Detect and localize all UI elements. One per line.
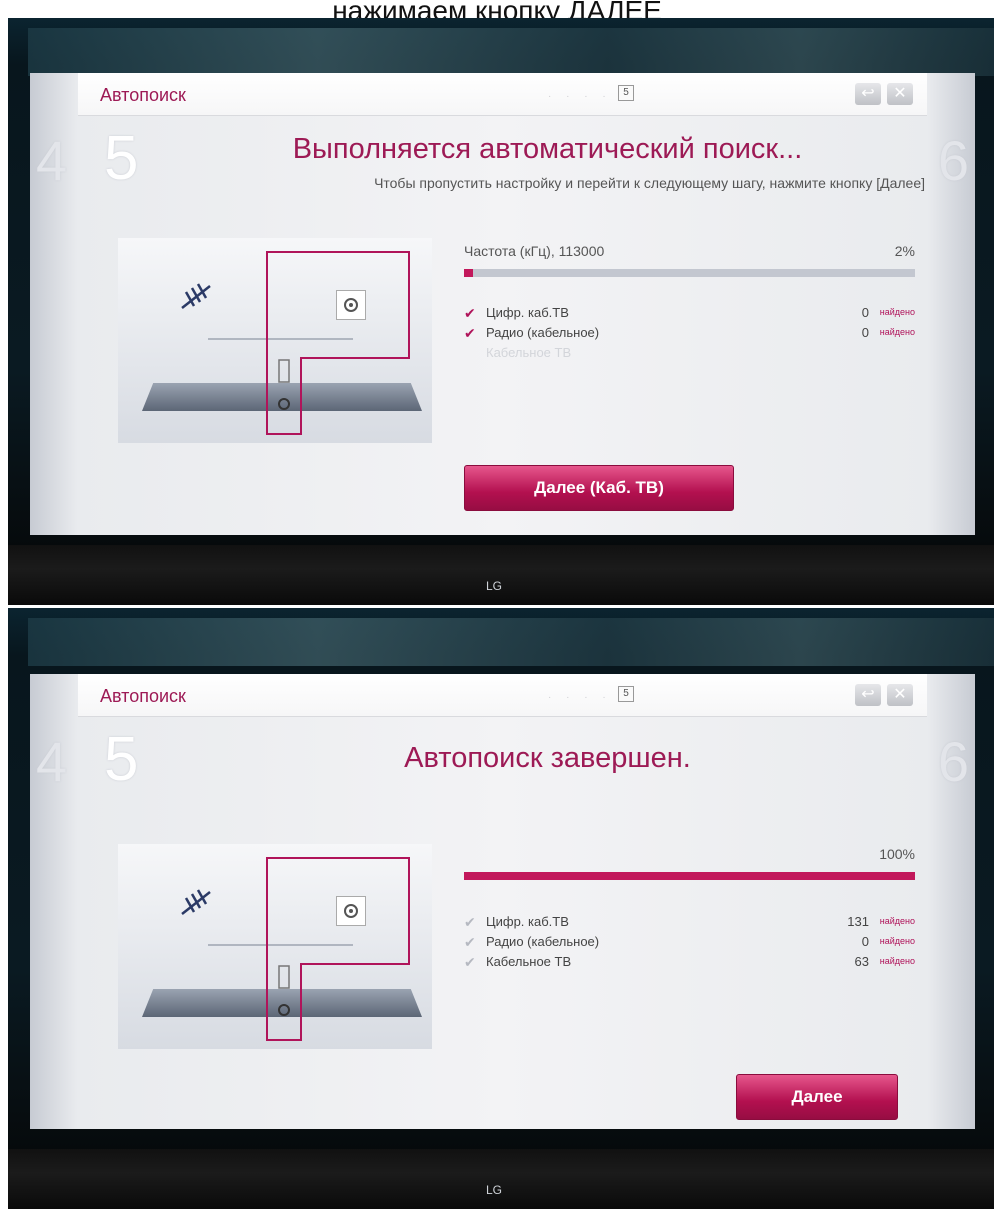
channel-list: ✔ Цифр. каб.ТВ 0 найдено ✔ Радио (кабель…	[464, 305, 915, 365]
page-indicator: 5	[618, 85, 634, 101]
progress-bar	[464, 872, 915, 880]
step-dots: · · · ·	[548, 91, 612, 102]
list-item: ✔ Цифр. каб.ТВ 131 найдено	[464, 914, 915, 934]
checkmark-icon: ✔	[464, 954, 476, 970]
progress-percent: 2%	[894, 243, 915, 259]
close-icon[interactable]: ✕	[887, 83, 913, 105]
step-next-number: 6	[937, 730, 969, 793]
tv-screen: Автопоиск · · · · 5 ↩ ✕ 4 5 6 Автопоиск …	[30, 674, 975, 1129]
connection-diagram	[118, 844, 432, 1049]
complete-heading: Автопоиск завершен.	[404, 742, 691, 774]
connection-diagram	[118, 238, 432, 443]
step-next-number: 6	[937, 129, 969, 192]
item-label: Кабельное ТВ	[486, 345, 572, 360]
window-topbar: Автопоиск · · · · 5 ↩ ✕	[78, 73, 927, 116]
antenna-icon	[181, 283, 211, 309]
checkmark-icon: ✔	[464, 914, 476, 930]
window-title: Автопоиск	[100, 85, 186, 105]
lg-logo: LG	[486, 579, 503, 593]
frequency-row: 100%	[464, 846, 915, 868]
list-item: ✔ Кабельное ТВ 63 найдено	[464, 954, 915, 974]
item-label: Цифр. каб.ТВ	[486, 305, 569, 320]
frequency-row: Частота (кГц), 113000 2%	[464, 243, 915, 265]
step-current-number: 5	[104, 124, 139, 193]
search-heading: Выполняется автоматический поиск...	[292, 133, 803, 165]
lg-logo: LG	[486, 1183, 503, 1197]
progress-percent: 100%	[879, 846, 915, 862]
tv-screen: Автопоиск · · · · 5 ↩ ✕ 4 5 6 Выполняетс…	[30, 73, 975, 535]
item-count: 0	[861, 325, 869, 340]
item-label: Радио (кабельное)	[486, 325, 600, 340]
item-found: найдено	[879, 956, 915, 966]
step-prev-number: 4	[36, 730, 68, 793]
item-found: найдено	[879, 327, 915, 337]
step-dots: · · · ·	[548, 692, 612, 703]
item-count: 0	[861, 305, 869, 320]
next-button[interactable]: Далее (Каб. ТВ)	[464, 465, 734, 511]
highlight-outline	[266, 251, 410, 435]
step-current-number: 5	[104, 725, 139, 794]
progress-fill	[464, 269, 474, 277]
next-button[interactable]: Далее	[736, 1074, 898, 1120]
item-label: Радио (кабельное)	[486, 934, 600, 949]
highlight-outline	[266, 857, 410, 1041]
progress-fill	[464, 872, 915, 880]
list-item: ✔ Радио (кабельное) 0 найдено	[464, 934, 915, 954]
page-indicator: 5	[618, 686, 634, 702]
item-found: найдено	[879, 936, 915, 946]
item-found: найдено	[879, 916, 915, 926]
search-status-panel: Частота (кГц), 113000 2% ✔ Цифр. каб.ТВ …	[464, 243, 915, 365]
checkmark-icon: ✔	[464, 325, 476, 341]
back-icon[interactable]: ↩	[855, 83, 881, 105]
frequency-label: Частота (кГц), 113000	[464, 243, 605, 259]
item-count: 63	[854, 954, 869, 969]
list-item: ✔ Цифр. каб.ТВ 0 найдено	[464, 305, 915, 325]
step-prev-number: 4	[36, 129, 68, 192]
checkmark-icon: ✔	[464, 305, 476, 321]
tv-photo-complete: Автопоиск · · · · 5 ↩ ✕ 4 5 6 Автопоиск …	[8, 608, 994, 1209]
tv-photo-searching: Автопоиск · · · · 5 ↩ ✕ 4 5 6 Выполняетс…	[8, 18, 994, 605]
item-count: 131	[847, 914, 869, 929]
item-count: 0	[861, 934, 869, 949]
window-topbar: Автопоиск · · · · 5 ↩ ✕	[78, 674, 927, 717]
back-icon[interactable]: ↩	[855, 684, 881, 706]
search-subheading: Чтобы пропустить настройку и перейти к с…	[374, 175, 925, 191]
channel-list: ✔ Цифр. каб.ТВ 131 найдено ✔ Радио (кабе…	[464, 914, 915, 974]
item-label: Цифр. каб.ТВ	[486, 914, 569, 929]
item-found: найдено	[879, 307, 915, 317]
list-item: ✔ Радио (кабельное) 0 найдено	[464, 325, 915, 345]
search-status-panel: 100% ✔ Цифр. каб.ТВ 131 найдено ✔ Радио …	[464, 846, 915, 974]
list-item: Кабельное ТВ	[464, 345, 915, 365]
progress-bar	[464, 269, 915, 277]
window-title: Автопоиск	[100, 686, 186, 706]
close-icon[interactable]: ✕	[887, 684, 913, 706]
antenna-icon	[181, 889, 211, 915]
item-label: Кабельное ТВ	[486, 954, 572, 969]
checkmark-icon: ✔	[464, 934, 476, 950]
